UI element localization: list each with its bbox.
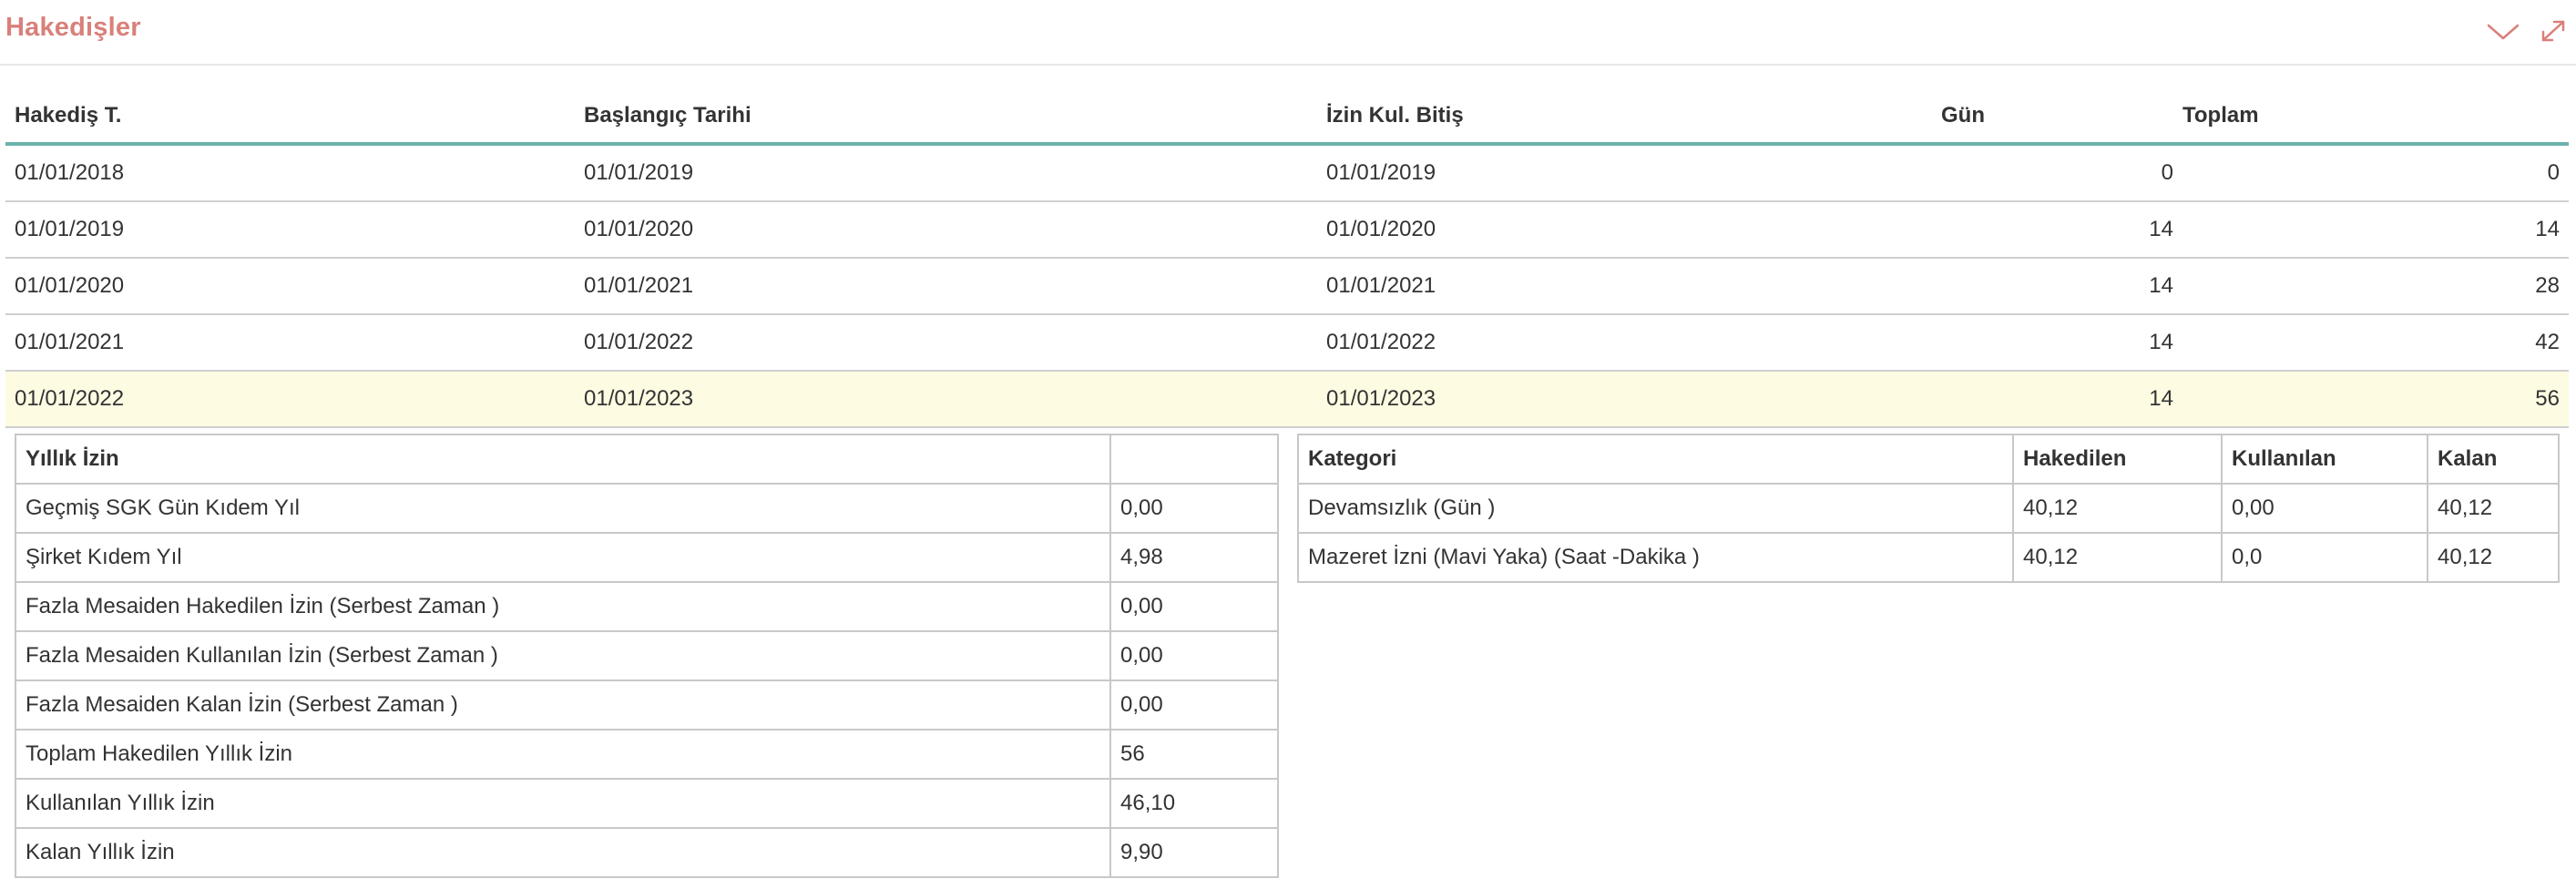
cell-gun: 0 (1941, 144, 2182, 202)
yillik-izin-label: Kalan Yıllık İzin (15, 827, 1111, 878)
kategori-table: Kategori Hakedilen Kullanılan Kalan Deva… (1297, 434, 2560, 583)
column-header-kullanilan: Kullanılan (2221, 434, 2428, 485)
yillik-izin-header-value (1109, 434, 1279, 485)
column-header-gun[interactable]: Gün (1941, 89, 2182, 146)
expand-arrows-icon[interactable] (2538, 16, 2569, 46)
yillik-izin-label: Fazla Mesaiden Hakedilen İzin (Serbest Z… (15, 581, 1111, 632)
kategori-header-row: Kategori Hakedilen Kullanılan Kalan (1297, 434, 2560, 485)
cell-baslangic-tarihi: 01/01/2020 (575, 201, 1317, 259)
yillik-izin-table: Yıllık İzin Geçmiş SGK Gün Kıdem Yıl 0,0… (15, 434, 1279, 878)
table-row: Devamsızlık (Gün ) 40,12 0,00 40,12 (1297, 483, 2560, 534)
chevron-down-icon[interactable] (2485, 16, 2521, 46)
cell-baslangic-tarihi: 01/01/2022 (575, 314, 1317, 372)
column-header-hakedis-t[interactable]: Hakediş T. (5, 89, 575, 146)
cell-hakedilen: 40,12 (2012, 483, 2223, 534)
table-row[interactable]: 01/01/2018 01/01/2019 01/01/2019 0 0 (5, 144, 2569, 202)
cell-toplam: 42 (2182, 314, 2569, 372)
hakedisler-panel: Hakedişler Hakediş T. Başlangıç Tarihi İ… (0, 0, 2576, 889)
table-row: Fazla Mesaiden Hakedilen İzin (Serbest Z… (15, 581, 1279, 632)
table-row: Geçmiş SGK Gün Kıdem Yıl 0,00 (15, 483, 1279, 534)
column-header-toplam[interactable]: Toplam (2182, 89, 2569, 146)
table-row: Fazla Mesaiden Kullanılan İzin (Serbest … (15, 630, 1279, 681)
table-row-selected[interactable]: 01/01/2022 01/01/2023 01/01/2023 14 56 (5, 371, 2569, 428)
yillik-izin-label: Şirket Kıdem Yıl (15, 532, 1111, 583)
cell-kategori: Mazeret İzni (Mavi Yaka) (Saat -Dakika ) (1297, 532, 2014, 583)
yillik-izin-label: Kullanılan Yıllık İzin (15, 778, 1111, 829)
table-row: Şirket Kıdem Yıl 4,98 (15, 532, 1279, 583)
panel-title: Hakedişler (5, 13, 141, 42)
yillik-izin-value: 0,00 (1109, 680, 1279, 731)
yillik-izin-value: 4,98 (1109, 532, 1279, 583)
column-header-izin-kul-bitis[interactable]: İzin Kul. Bitiş (1317, 89, 1941, 146)
cell-kullanilan: 0,00 (2221, 483, 2428, 534)
cell-hakedis-t: 01/01/2020 (5, 258, 575, 315)
yillik-izin-value: 56 (1109, 729, 1279, 780)
cell-hakedis-t: 01/01/2022 (5, 371, 575, 428)
table-row: Mazeret İzni (Mavi Yaka) (Saat -Dakika )… (1297, 532, 2560, 583)
yillik-izin-value: 0,00 (1109, 630, 1279, 681)
cell-gun: 14 (1941, 201, 2182, 259)
table-row: Fazla Mesaiden Kalan İzin (Serbest Zaman… (15, 680, 1279, 731)
column-header-hakedilen: Hakedilen (2012, 434, 2223, 485)
table-row: Toplam Hakedilen Yıllık İzin 56 (15, 729, 1279, 780)
cell-kategori: Devamsızlık (Gün ) (1297, 483, 2014, 534)
cell-hakedis-t: 01/01/2021 (5, 314, 575, 372)
cell-baslangic-tarihi: 01/01/2019 (575, 144, 1317, 202)
column-header-baslangic-tarihi[interactable]: Başlangıç Tarihi (575, 89, 1317, 146)
cell-hakedilen: 40,12 (2012, 532, 2223, 583)
table-row: Kullanılan Yıllık İzin 46,10 (15, 778, 1279, 829)
yillik-izin-value: 0,00 (1109, 581, 1279, 632)
cell-izin-kul-bitis: 01/01/2020 (1317, 201, 1941, 259)
table-row[interactable]: 01/01/2019 01/01/2020 01/01/2020 14 14 (5, 201, 2569, 259)
cell-gun: 14 (1941, 371, 2182, 428)
cell-toplam: 56 (2182, 371, 2569, 428)
yillik-izin-label: Fazla Mesaiden Kalan İzin (Serbest Zaman… (15, 680, 1111, 731)
cell-hakedis-t: 01/01/2018 (5, 144, 575, 202)
yillik-izin-header-row: Yıllık İzin (15, 434, 1279, 485)
yillik-izin-header: Yıllık İzin (15, 434, 1111, 485)
cell-hakedis-t: 01/01/2019 (5, 201, 575, 259)
hakedis-header-row: Hakediş T. Başlangıç Tarihi İzin Kul. Bi… (5, 89, 2569, 146)
table-row: Kalan Yıllık İzin 9,90 (15, 827, 1279, 878)
cell-baslangic-tarihi: 01/01/2023 (575, 371, 1317, 428)
cell-kalan: 40,12 (2427, 483, 2560, 534)
yillik-izin-value: 0,00 (1109, 483, 1279, 534)
yillik-izin-value: 9,90 (1109, 827, 1279, 878)
yillik-izin-label: Fazla Mesaiden Kullanılan İzin (Serbest … (15, 630, 1111, 681)
cell-toplam: 14 (2182, 201, 2569, 259)
cell-gun: 14 (1941, 258, 2182, 315)
column-header-kategori: Kategori (1297, 434, 2014, 485)
cell-izin-kul-bitis: 01/01/2023 (1317, 371, 1941, 428)
cell-izin-kul-bitis: 01/01/2019 (1317, 144, 1941, 202)
table-row[interactable]: 01/01/2020 01/01/2021 01/01/2021 14 28 (5, 258, 2569, 315)
yillik-izin-value: 46,10 (1109, 778, 1279, 829)
cell-kullanilan: 0,0 (2221, 532, 2428, 583)
cell-izin-kul-bitis: 01/01/2022 (1317, 314, 1941, 372)
cell-baslangic-tarihi: 01/01/2021 (575, 258, 1317, 315)
table-row[interactable]: 01/01/2021 01/01/2022 01/01/2022 14 42 (5, 314, 2569, 372)
cell-kalan: 40,12 (2427, 532, 2560, 583)
panel-header: Hakedişler (0, 0, 2576, 66)
cell-izin-kul-bitis: 01/01/2021 (1317, 258, 1941, 315)
cell-toplam: 28 (2182, 258, 2569, 315)
yillik-izin-label: Geçmiş SGK Gün Kıdem Yıl (15, 483, 1111, 534)
cell-toplam: 0 (2182, 144, 2569, 202)
yillik-izin-label: Toplam Hakedilen Yıllık İzin (15, 729, 1111, 780)
cell-gun: 14 (1941, 314, 2182, 372)
column-header-kalan: Kalan (2427, 434, 2560, 485)
hakedis-table: Hakediş T. Başlangıç Tarihi İzin Kul. Bi… (5, 89, 2569, 428)
